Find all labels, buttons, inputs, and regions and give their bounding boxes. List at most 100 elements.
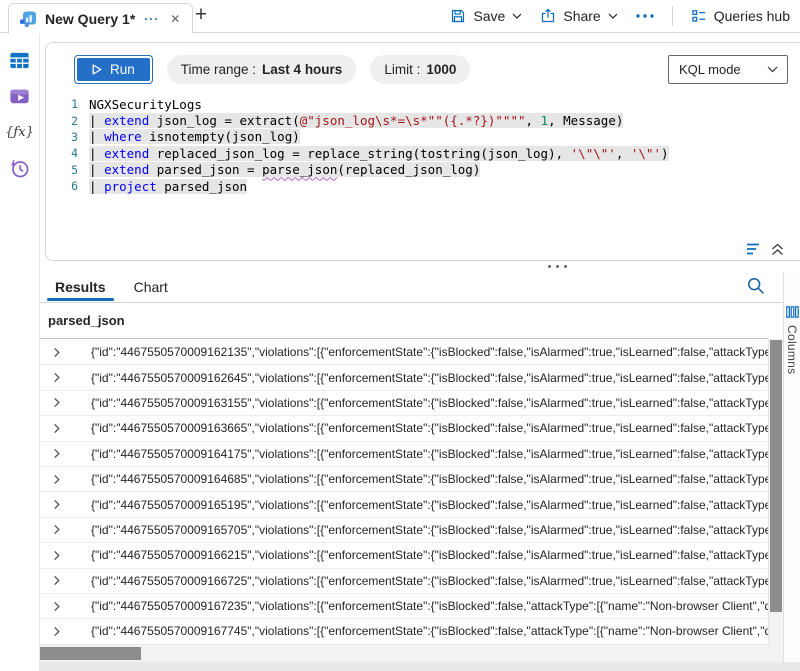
history-clock-icon	[8, 157, 31, 180]
row-json-text: {"id":"4467550570009162135","violations"…	[91, 345, 768, 359]
row-json-text: {"id":"4467550570009167745","violations"…	[91, 624, 768, 638]
table-row[interactable]: {"id":"4467550570009164685","violations"…	[40, 467, 768, 492]
left-rail: {ƒx}	[0, 32, 40, 671]
row-json-text: {"id":"4467550570009166215","violations"…	[91, 548, 768, 562]
line-number: 2	[46, 114, 89, 128]
search-icon	[746, 276, 770, 296]
horizontal-scrollbar	[40, 645, 783, 662]
row-expand-chevron-icon[interactable]	[51, 474, 65, 485]
row-expand-chevron-icon[interactable]	[51, 423, 65, 434]
row-expand-chevron-icon[interactable]	[51, 626, 65, 637]
row-expand-chevron-icon[interactable]	[51, 601, 65, 612]
code-line: 5| extend parsed_json = parse_json(repla…	[46, 162, 800, 178]
collapse-up-icon	[771, 242, 784, 256]
query-toolbar: Run Time range : Last 4 hours Limit : 10…	[74, 53, 788, 85]
row-expand-chevron-icon[interactable]	[51, 397, 65, 408]
vertical-scrollbar-thumb[interactable]	[770, 340, 782, 612]
sidebar-item-functions[interactable]: {ƒx}	[0, 114, 40, 150]
code-line: 6| project parsed_json	[46, 178, 800, 194]
recall-list-button[interactable]	[745, 242, 761, 256]
table-row[interactable]: {"id":"4467550570009162135","violations"…	[40, 340, 768, 365]
time-range-value: Last 4 hours	[262, 62, 342, 77]
row-expand-chevron-icon[interactable]	[51, 347, 65, 358]
sidebar-item-saved-queries[interactable]	[0, 78, 40, 114]
save-icon	[450, 8, 466, 24]
row-expand-chevron-icon[interactable]	[51, 448, 65, 459]
table-row[interactable]: {"id":"4467550570009163155","violations"…	[40, 391, 768, 416]
save-button[interactable]: Save	[450, 8, 522, 24]
table-icon	[8, 49, 31, 72]
row-expand-chevron-icon[interactable]	[51, 524, 65, 535]
functions-icon: {ƒx}	[5, 125, 34, 140]
bottom-strip	[0, 662, 800, 671]
app-logo-icon	[19, 10, 37, 28]
horizontal-scrollbar-thumb[interactable]	[40, 647, 141, 660]
search-button[interactable]	[746, 274, 770, 298]
table-row[interactable]: {"id":"4467550570009165195","violations"…	[40, 492, 768, 517]
row-json-text: {"id":"4467550570009165195","violations"…	[91, 498, 768, 512]
table-row[interactable]: {"id":"4467550570009166725","violations"…	[40, 569, 768, 594]
table-row[interactable]: {"id":"4467550570009164175","violations"…	[40, 442, 768, 467]
tab-close-icon[interactable]: ✕	[168, 12, 182, 26]
run-play-icon	[92, 64, 102, 75]
row-json-text: {"id":"4467550570009164685","violations"…	[91, 472, 768, 486]
code-editor[interactable]: 1NGXSecurityLogs2| extend json_log = ext…	[46, 96, 800, 236]
collapse-editor-button[interactable]	[771, 242, 784, 256]
queries-hub-label: Queries hub	[714, 8, 790, 24]
limit-picker[interactable]: Limit : 1000	[370, 55, 470, 84]
row-expand-chevron-icon[interactable]	[51, 499, 65, 510]
splitter-handle[interactable]	[548, 265, 567, 268]
tab-more-icon[interactable]: ···	[143, 13, 160, 25]
columns-panel-label: Columns	[785, 325, 799, 374]
share-icon	[540, 8, 556, 24]
time-range-picker[interactable]: Time range : Last 4 hours	[167, 55, 357, 84]
table-row[interactable]: {"id":"4467550570009162645","violations"…	[40, 365, 768, 390]
line-number: 4	[46, 146, 89, 160]
tab-chart[interactable]: Chart	[134, 272, 168, 302]
query-play-icon	[8, 85, 31, 108]
row-expand-chevron-icon[interactable]	[51, 372, 65, 383]
more-icon	[636, 14, 654, 18]
line-number: 3	[46, 130, 89, 144]
limit-value: 1000	[426, 62, 456, 77]
format-lines-icon	[745, 242, 761, 256]
kql-mode-select[interactable]: KQL mode	[668, 55, 788, 84]
column-header-parsed-json[interactable]: parsed_json	[40, 303, 768, 339]
divider	[672, 6, 673, 26]
line-number: 6	[46, 179, 89, 193]
row-json-text: {"id":"4467550570009167235","violations"…	[91, 599, 768, 613]
table-row[interactable]: {"id":"4467550570009167235","violations"…	[40, 594, 768, 619]
table-row[interactable]: {"id":"4467550570009163665","violations"…	[40, 416, 768, 441]
tab-results[interactable]: Results	[55, 272, 106, 302]
code-line-content: | extend replaced_json_log = replace_str…	[89, 146, 669, 161]
app-window: New Query 1* ··· ✕ + Save	[0, 0, 800, 671]
table-row[interactable]: {"id":"4467550570009166215","violations"…	[40, 543, 768, 568]
columns-icon	[786, 306, 799, 318]
code-line: 3| where isnotempty(json_log)	[46, 129, 800, 145]
code-lines: 1NGXSecurityLogs2| extend json_log = ext…	[46, 96, 800, 194]
table-row[interactable]: {"id":"4467550570009165705","violations"…	[40, 518, 768, 543]
sidebar-item-tables[interactable]	[0, 42, 40, 78]
columns-panel-tab[interactable]: Columns	[783, 272, 800, 662]
code-line-content: NGXSecurityLogs	[89, 97, 202, 112]
tab-title: New Query 1*	[45, 11, 135, 27]
chevron-down-icon	[608, 13, 618, 19]
row-expand-chevron-icon[interactable]	[51, 575, 65, 586]
code-line: 4| extend replaced_json_log = replace_st…	[46, 145, 800, 161]
save-label: Save	[473, 8, 505, 24]
run-button[interactable]: Run	[74, 55, 153, 84]
more-button[interactable]	[636, 14, 654, 18]
share-label: Share	[563, 8, 600, 24]
row-expand-chevron-icon[interactable]	[51, 550, 65, 561]
table-row[interactable]: {"id":"4467550570009167745","violations"…	[40, 619, 768, 644]
results-tabbar: Results Chart	[40, 272, 168, 302]
tab-new-query[interactable]: New Query 1* ··· ✕	[8, 3, 193, 34]
run-label: Run	[110, 62, 135, 77]
kql-mode-value: KQL mode	[679, 62, 741, 77]
chevron-down-icon	[767, 66, 778, 73]
queries-hub-button[interactable]: Queries hub	[691, 8, 790, 24]
sidebar-item-query-history[interactable]	[0, 150, 40, 186]
share-button[interactable]: Share	[540, 8, 617, 24]
grid-rows: {"id":"4467550570009162135","violations"…	[40, 340, 768, 645]
row-json-text: {"id":"4467550570009164175","violations"…	[91, 447, 768, 461]
